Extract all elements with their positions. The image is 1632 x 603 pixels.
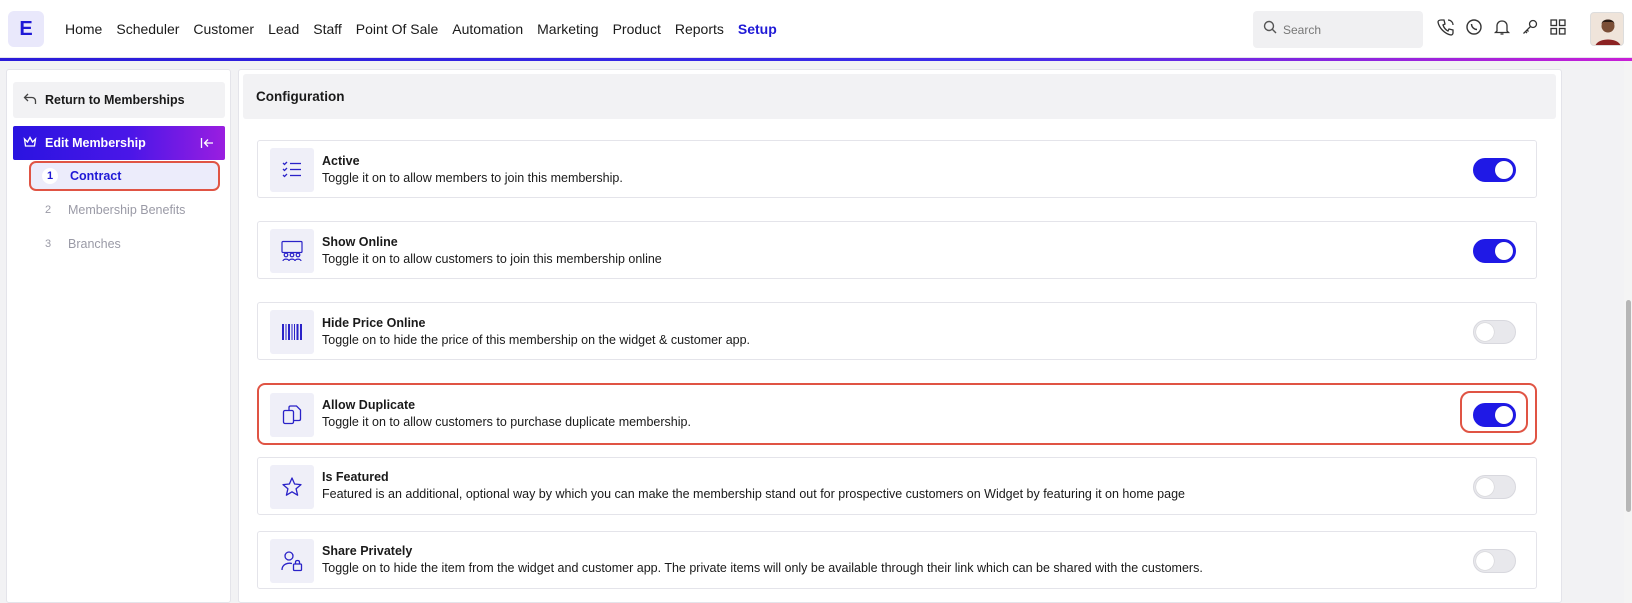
search-icon [1263, 20, 1277, 39]
setting-description: Toggle on to hide the item from the widg… [322, 561, 1203, 575]
user-avatar[interactable] [1590, 12, 1624, 46]
setting-description: Featured is an additional, optional way … [322, 487, 1185, 501]
setting-card-show-online: Show Online Toggle it on to allow custom… [257, 221, 1537, 279]
nav-item-setup[interactable]: Setup [738, 21, 777, 37]
sidebar: Return to Memberships Edit Membership 1 … [6, 69, 231, 603]
top-icon-group [1437, 18, 1567, 36]
setting-card-active: Active Toggle it on to allow members to … [257, 140, 1537, 198]
barcode-icon [270, 310, 314, 354]
main-nav: Home Scheduler Customer Lead Staff Point… [65, 0, 777, 58]
whatsapp-icon[interactable] [1465, 18, 1483, 36]
key-icon[interactable] [1521, 18, 1539, 36]
setting-title: Is Featured [322, 470, 389, 484]
step-number: 2 [44, 204, 52, 216]
nav-item-home[interactable]: Home [65, 21, 102, 37]
step-contract[interactable]: 1 Contract [29, 161, 220, 191]
is-featured-toggle[interactable] [1473, 475, 1516, 499]
star-icon [270, 465, 314, 509]
setting-card-share-privately: Share Privately Toggle on to hide the it… [257, 531, 1537, 589]
nav-item-automation[interactable]: Automation [452, 21, 523, 37]
allow-duplicate-toggle[interactable] [1473, 403, 1516, 427]
setting-title: Hide Price Online [322, 316, 426, 330]
nav-item-point-of-sale[interactable]: Point Of Sale [356, 21, 439, 37]
step-label: Branches [68, 237, 121, 251]
setting-description: Toggle on to hide the price of this memb… [322, 333, 751, 347]
edit-membership-header: Edit Membership [13, 126, 225, 160]
step-number: 1 [42, 168, 58, 184]
nav-item-lead[interactable]: Lead [268, 21, 299, 37]
step-branches[interactable]: 3 Branches [29, 229, 220, 259]
setting-card-is-featured: Is Featured Featured is an additional, o… [257, 457, 1537, 515]
nav-item-reports[interactable]: Reports [675, 21, 724, 37]
app-logo[interactable]: E [8, 11, 44, 47]
configuration-header: Configuration [243, 74, 1556, 119]
step-number: 3 [44, 238, 52, 250]
nav-item-product[interactable]: Product [613, 21, 661, 37]
return-to-memberships-button[interactable]: Return to Memberships [13, 82, 225, 118]
hide-price-online-toggle[interactable] [1473, 320, 1516, 344]
setting-description: Toggle it on to allow customers to join … [322, 252, 662, 266]
setting-title: Share Privately [322, 544, 413, 558]
setting-title: Allow Duplicate [322, 398, 416, 412]
top-accent-bar [0, 58, 1632, 61]
search-input[interactable] [1283, 22, 1413, 37]
step-label: Contract [70, 169, 122, 183]
grid-icon[interactable] [1549, 18, 1567, 36]
bell-icon[interactable] [1493, 18, 1511, 36]
duplicate-icon [270, 393, 314, 437]
nav-item-staff[interactable]: Staff [313, 21, 342, 37]
active-toggle[interactable] [1473, 158, 1516, 182]
search-box[interactable] [1253, 11, 1423, 48]
back-arrow-icon [23, 93, 37, 108]
setting-title: Show Online [322, 235, 398, 249]
share-privately-toggle[interactable] [1473, 549, 1516, 573]
online-audience-icon [270, 229, 314, 273]
step-label: Membership Benefits [68, 203, 186, 217]
nav-item-marketing[interactable]: Marketing [537, 21, 598, 37]
setting-description: Toggle it on to allow members to join th… [322, 171, 623, 185]
nav-item-customer[interactable]: Customer [193, 21, 254, 37]
checklist-icon [270, 148, 314, 192]
nav-item-scheduler[interactable]: Scheduler [116, 21, 179, 37]
setting-card-allow-duplicate: Allow Duplicate Toggle it on to allow cu… [257, 383, 1537, 445]
section-title: Edit Membership [45, 136, 146, 150]
show-online-toggle[interactable] [1473, 239, 1516, 263]
phone-icon[interactable] [1437, 18, 1455, 36]
collapse-sidebar-icon[interactable] [199, 135, 215, 151]
page-scrollbar-thumb[interactable] [1626, 300, 1631, 512]
user-lock-icon [270, 539, 314, 583]
top-navigation-bar: E Home Scheduler Customer Lead Staff Poi… [0, 0, 1632, 58]
setting-card-hide-price-online: Hide Price Online Toggle on to hide the … [257, 302, 1537, 360]
return-label: Return to Memberships [45, 93, 185, 107]
step-membership-benefits[interactable]: 2 Membership Benefits [29, 195, 220, 225]
configuration-panel: Configuration Active Toggle it on to all… [238, 69, 1562, 603]
setting-title: Active [322, 154, 360, 168]
crown-icon [23, 135, 37, 151]
setting-description: Toggle it on to allow customers to purch… [322, 415, 691, 429]
